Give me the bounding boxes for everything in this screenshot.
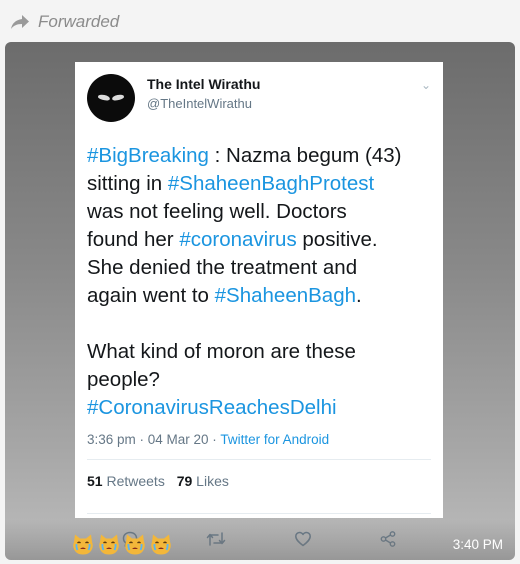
crying-cat-face-icon [151,534,171,555]
user-handle: @TheIntelWirathu [147,96,252,111]
like-count: 79 [176,473,193,489]
tweet-text: #BigBreaking : Nazma begum (43) sitting … [87,142,431,422]
tweet-client: Twitter for Android [220,432,330,447]
hashtag-link: #CoronavirusReachesDelhi [87,396,337,419]
avatar [87,74,135,122]
crying-cat-face-icon [99,534,119,555]
message-bubble[interactable]: The Intel Wirathu @TheIntelWirathu ⌄ #Bi… [5,42,515,560]
tweet-text-segment: sitting in [87,172,168,195]
tweet-meta: 3:36 pm · 04 Mar 20 · Twitter for Androi… [87,432,431,447]
crying-cat-face-icon [125,534,145,555]
tweet-header: The Intel Wirathu @TheIntelWirathu ⌄ [87,74,431,124]
forwarded-label: Forwarded [10,10,119,34]
display-name: The Intel Wirathu [147,76,261,92]
hashtag-link: #ShaheenBaghProtest [167,172,375,195]
chevron-down-icon: ⌄ [420,78,431,92]
avatar-eye-left [97,93,111,102]
retweet-count: 51 [87,473,103,489]
hashtag-link: #BigBreaking [87,144,209,167]
avatar-eye-right [111,93,125,102]
tweet-timestamp: 3:36 pm · 04 Mar 20 · [87,432,221,447]
forward-arrow-icon [11,15,29,29]
tweet-text-segment: again went to [87,284,215,307]
likes-label: Likes [192,473,229,489]
tweet-text-segment: found her [87,228,180,251]
tweet-text-segment: . [356,284,362,307]
tweet-screenshot: The Intel Wirathu @TheIntelWirathu ⌄ #Bi… [75,62,443,547]
tweet-text-line: She denied the treatment and [87,256,358,279]
hashtag-link: #coronavirus [179,228,297,251]
hashtag-link: #ShaheenBagh [214,284,357,307]
crying-cat-face-icon [73,534,93,555]
emoji-row [71,532,173,556]
tweet-text-line: was not feeling well. Doctors [87,200,347,223]
tweet-text-segment: positive. [296,228,378,251]
retweets-label: Retweets [102,473,165,489]
tweet-text-segment: : Nazma begum (43) [208,144,402,167]
tweet-text-line: What kind of moron are these [87,340,356,363]
tweet-stats: 51 Retweets 79 Likes [87,460,431,501]
forwarded-text: Forwarded [38,12,120,31]
tweet-text-line: people? [87,368,160,391]
message-timestamp: 3:40 PM [452,537,503,552]
